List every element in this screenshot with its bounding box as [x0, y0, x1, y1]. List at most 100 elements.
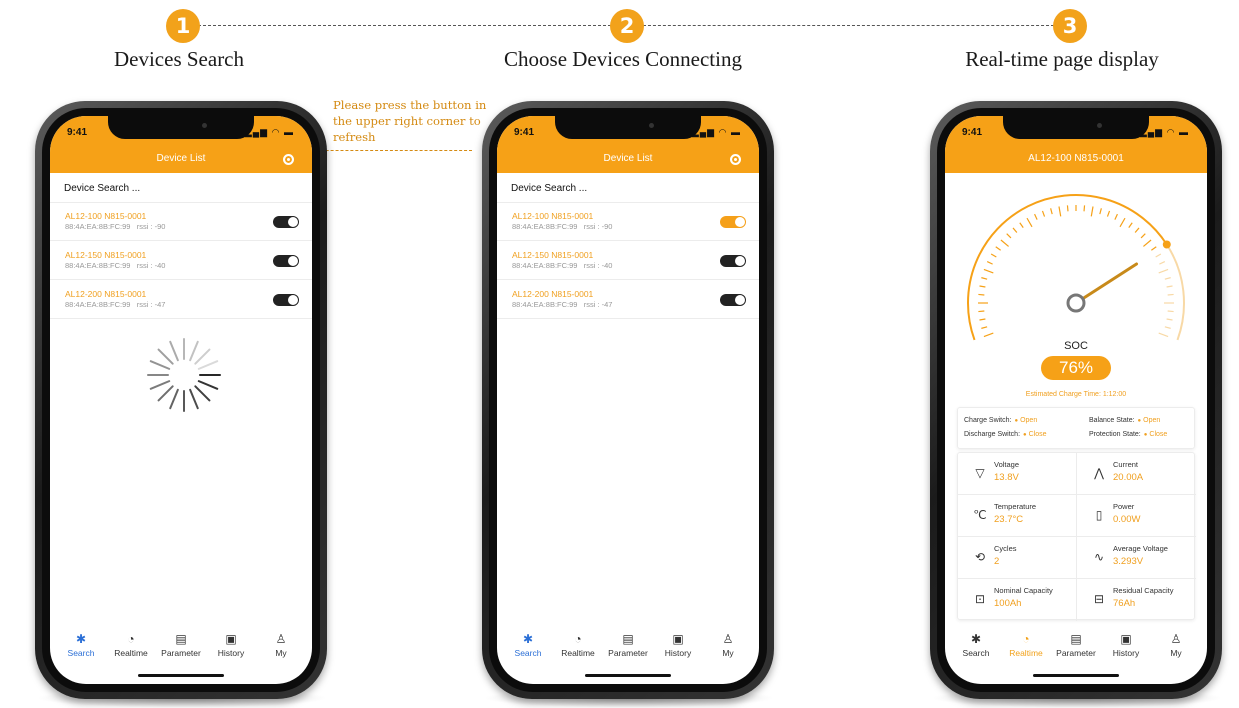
tab-history[interactable]: ▣ History [206, 632, 256, 658]
bluetooth-icon: ✱ [970, 632, 982, 646]
device-list-item[interactable]: AL12-100 N815-0001 88:4A:EA:8B:FC:99 rss… [50, 203, 312, 241]
protection-state: Protection State:Close [1089, 431, 1167, 438]
tab-bar: ✱ Search ◔ Realtime ▤ Parameter ▣ History ♙ M… [945, 632, 1207, 672]
tab-history[interactable]: ▣ History [1101, 632, 1151, 658]
device-mac: 88:4A:EA:8B:FC:99 rssi : -90 [65, 222, 166, 231]
gauge-tick [1128, 222, 1133, 228]
history-chart-icon: ▣ [1120, 632, 1132, 646]
device-mac: 88:4A:EA:8B:FC:99 rssi : -47 [512, 300, 613, 309]
device-list-item[interactable]: AL12-150 N815-0001 88:4A:EA:8B:FC:99 rss… [497, 242, 759, 280]
tab-realtime[interactable]: ◔ Realtime [106, 632, 156, 658]
realtime-gauge-icon: ◔ [127, 632, 135, 646]
connect-toggle[interactable] [720, 294, 746, 306]
gauge-remaining-arc [1165, 243, 1185, 341]
tab-parameter[interactable]: ▤ Parameter [156, 632, 206, 658]
gauge-value-dot [1162, 240, 1171, 249]
wifi-icon: ◠ [1166, 127, 1176, 137]
tab-my[interactable]: ♙ My [703, 632, 753, 658]
metric-cycles: ⟲ Cycles 2 [958, 537, 1077, 579]
phone-1-device-search: 9:41 ▂▄▆ ◠ ▬ Device List Device Search .… [35, 101, 327, 699]
phone-notch [1003, 116, 1149, 139]
gauge-tick [1134, 227, 1140, 233]
phone-notch [555, 116, 701, 139]
connect-toggle[interactable] [720, 216, 746, 228]
profile-icon: ♙ [1170, 632, 1182, 646]
power-icon: ▯ [1095, 508, 1103, 522]
device-mac: 88:4A:EA:8B:FC:99 rssi : -40 [512, 261, 613, 270]
tab-search[interactable]: ✱ Search [951, 632, 1001, 658]
step-connector-2-3 [643, 25, 1054, 26]
metric-residual-capacity: ⊟ Residual Capacity 76Ah [1077, 579, 1196, 621]
average-voltage-icon: ∿ [1093, 550, 1105, 564]
current-icon: ⋀ [1094, 466, 1104, 480]
history-chart-icon: ▣ [225, 632, 237, 646]
step-1-badge: 1 [166, 9, 200, 43]
gauge-tick [1083, 205, 1086, 212]
phone-screen: 9:41 ▂▄▆ ◠ ▬ AL12-100 N815-0001 SOC 76% … [945, 116, 1207, 684]
phone-3-realtime: 9:41 ▂▄▆ ◠ ▬ AL12-100 N815-0001 SOC 76% … [930, 101, 1222, 699]
device-mac: 88:4A:EA:8B:FC:99 rssi : -90 [512, 222, 613, 231]
battery-icon: ▬ [284, 127, 294, 137]
battery-icon: ▬ [731, 127, 741, 137]
connect-toggle[interactable] [273, 294, 299, 306]
refresh-icon[interactable] [730, 154, 741, 165]
voltage-icon: ▽ [975, 466, 985, 480]
gauge-tick [1167, 310, 1174, 313]
tab-search[interactable]: ✱ Search [503, 632, 553, 658]
gauge-tick [1167, 293, 1174, 296]
connect-toggle[interactable] [273, 216, 299, 228]
metric-current: ⋀ Current 20.00A [1077, 453, 1196, 495]
device-list-item[interactable]: AL12-200 N815-0001 88:4A:EA:8B:FC:99 rss… [497, 281, 759, 319]
profile-icon: ♙ [722, 632, 734, 646]
device-list-item[interactable]: AL12-100 N815-0001 88:4A:EA:8B:FC:99 rss… [497, 203, 759, 241]
tab-my[interactable]: ♙ My [256, 632, 306, 658]
device-name: AL12-200 N815-0001 [512, 289, 594, 299]
metrics-grid: ▽ Voltage 13.8V ⋀ Current 20.00A ℃ Temperatur… [957, 452, 1196, 621]
parameter-chart-icon: ▤ [622, 632, 634, 646]
profile-icon: ♙ [275, 632, 287, 646]
connect-toggle[interactable] [273, 255, 299, 267]
gauge-tick [1041, 210, 1046, 217]
gauge-tick [979, 285, 986, 288]
soc-value: 76% [1041, 356, 1111, 380]
parameter-chart-icon: ▤ [175, 632, 187, 646]
gauge-tick [1034, 213, 1038, 220]
soc-gauge-icon [967, 194, 1185, 341]
gauge-tick [1106, 210, 1111, 217]
refresh-callout: Please press the button in the upper rig… [333, 98, 487, 144]
gauge-tick [1158, 268, 1169, 274]
device-list-item[interactable]: AL12-200 N815-0001 88:4A:EA:8B:FC:99 rss… [50, 281, 312, 319]
spinner-spoke [157, 385, 174, 402]
tab-search[interactable]: ✱ Search [56, 632, 106, 658]
tab-history[interactable]: ▣ History [653, 632, 703, 658]
phone-2-choose-device: 9:41 ▂▄▆ ◠ ▬ Device List Device Search .… [482, 101, 774, 699]
gauge-tick [978, 293, 985, 296]
state-card: Charge Switch:Open Balance State:Open Di… [957, 407, 1195, 449]
gauge-tick [1099, 208, 1102, 215]
device-name: AL12-150 N815-0001 [65, 250, 147, 260]
device-name: AL12-200 N815-0001 [65, 289, 147, 299]
step-2-title: Choose Devices Connecting [504, 47, 742, 71]
gauge-tick [981, 277, 988, 280]
gauge-tick [1119, 217, 1126, 228]
tab-realtime[interactable]: ◔ Realtime [553, 632, 603, 658]
spinner-spoke [157, 348, 174, 365]
discharge-switch-state: Discharge Switch:Close [964, 431, 1047, 438]
tab-parameter[interactable]: ▤ Parameter [603, 632, 653, 658]
device-list-item[interactable]: AL12-150 N815-0001 88:4A:EA:8B:FC:99 rss… [50, 242, 312, 280]
spinner-spoke [169, 388, 179, 410]
metric-power: ▯ Power 0.00W [1077, 495, 1196, 537]
refresh-icon[interactable] [283, 154, 294, 165]
connect-toggle[interactable] [720, 255, 746, 267]
device-name: AL12-150 N815-0001 [512, 250, 594, 260]
tab-bar: ✱ Search ◔ Realtime ▤ Parameter ▣ History ♙ M… [497, 632, 759, 672]
gauge-tick [1143, 239, 1152, 247]
tab-parameter[interactable]: ▤ Parameter [1051, 632, 1101, 658]
wifi-icon: ◠ [271, 127, 281, 137]
device-search-label: Device Search ... [64, 183, 141, 194]
tab-my[interactable]: ♙ My [1151, 632, 1201, 658]
gauge-tick [1114, 213, 1118, 220]
cycles-icon: ⟲ [974, 550, 986, 564]
gauge-tick [981, 326, 988, 329]
tab-realtime[interactable]: ◔ Realtime [1001, 632, 1051, 658]
